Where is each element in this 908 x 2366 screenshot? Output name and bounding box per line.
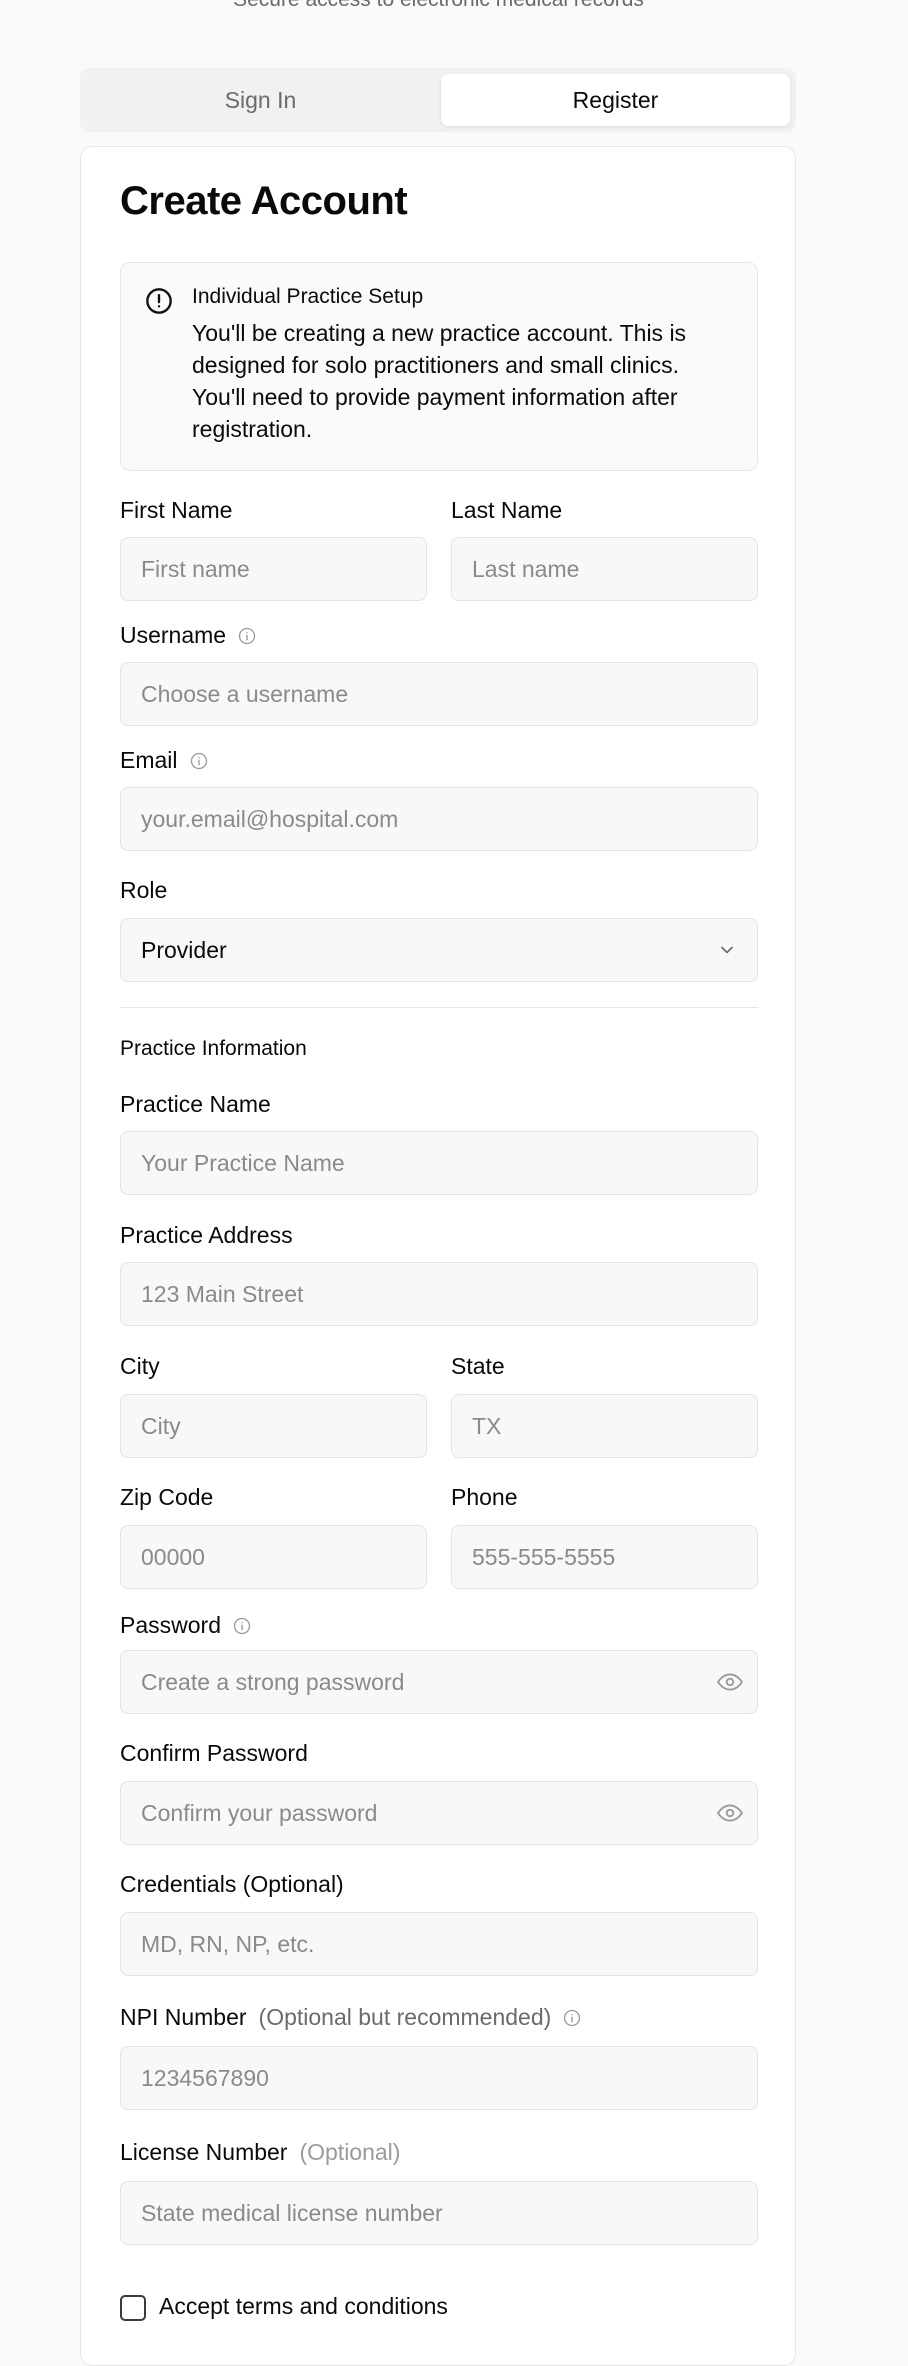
state-input[interactable]: TX bbox=[451, 1394, 758, 1458]
password-placeholder: Create a strong password bbox=[141, 1668, 405, 1695]
credentials-input[interactable]: MD, RN, NP, etc. bbox=[120, 1912, 758, 1976]
last-name-input[interactable]: Last name bbox=[451, 537, 758, 601]
page-subtitle: Secure access to electronic medical reco… bbox=[0, 0, 877, 12]
license-optional-hint: (Optional) bbox=[299, 2139, 401, 2165]
password-input[interactable]: Create a strong password bbox=[120, 1650, 758, 1714]
role-select[interactable]: Provider bbox=[120, 918, 758, 982]
eye-icon[interactable] bbox=[717, 1671, 743, 1693]
email-label: Email bbox=[120, 747, 208, 774]
last-name-label: Last Name bbox=[451, 497, 563, 523]
alert-circle-icon bbox=[146, 288, 172, 314]
credentials-label: Credentials (Optional) bbox=[120, 1871, 344, 1897]
phone-input[interactable]: 555-555-5555 bbox=[451, 1525, 758, 1589]
npi-number-label: NPI Number (Optional but recommended) bbox=[120, 2004, 581, 2031]
practice-section-title: Practice Information bbox=[120, 1037, 307, 1060]
role-label: Role bbox=[120, 877, 168, 903]
phone-label: Phone bbox=[451, 1484, 518, 1510]
alert-description: You'll be creating a new practice accoun… bbox=[192, 320, 687, 442]
info-icon[interactable] bbox=[563, 2009, 581, 2027]
first-name-label: First Name bbox=[120, 497, 233, 523]
practice-name-input[interactable]: Your Practice Name bbox=[120, 1131, 758, 1195]
first-name-input[interactable]: First name bbox=[120, 537, 427, 601]
info-icon[interactable] bbox=[238, 627, 256, 645]
email-input[interactable]: your.email@hospital.com bbox=[120, 787, 758, 851]
info-icon[interactable] bbox=[190, 752, 208, 770]
practice-address-input[interactable]: 123 Main Street bbox=[120, 1262, 758, 1326]
username-input[interactable]: Choose a username bbox=[120, 662, 758, 726]
zip-code-input[interactable]: 00000 bbox=[120, 1525, 427, 1589]
role-selected-value: Provider bbox=[141, 936, 227, 963]
eye-icon[interactable] bbox=[717, 1802, 743, 1824]
confirm-password-placeholder: Confirm your password bbox=[141, 1799, 378, 1826]
terms-label[interactable]: Accept terms and conditions bbox=[159, 2293, 448, 2320]
username-label: Username bbox=[120, 622, 256, 649]
password-label: Password bbox=[120, 1612, 251, 1639]
terms-checkbox[interactable] bbox=[120, 2295, 146, 2321]
section-divider bbox=[120, 1007, 758, 1008]
register-card: Create Account Individual Practice Setup… bbox=[80, 146, 796, 2366]
zip-code-label: Zip Code bbox=[120, 1484, 214, 1510]
license-number-label: License Number (Optional) bbox=[120, 2139, 401, 2165]
confirm-password-label: Confirm Password bbox=[120, 1740, 308, 1766]
npi-number-input[interactable]: 1234567890 bbox=[120, 2046, 758, 2110]
info-icon[interactable] bbox=[233, 1617, 251, 1635]
license-number-input[interactable]: State medical license number bbox=[120, 2181, 758, 2245]
tab-register[interactable]: Register bbox=[441, 74, 790, 126]
confirm-password-input[interactable]: Confirm your password bbox=[120, 1781, 758, 1845]
practice-setup-alert: Individual Practice Setup You'll be crea… bbox=[120, 262, 758, 471]
auth-tabs: Sign In Register bbox=[80, 68, 796, 132]
state-label: State bbox=[451, 1353, 505, 1379]
chevron-down-icon bbox=[721, 946, 733, 954]
practice-name-label: Practice Name bbox=[120, 1091, 271, 1117]
form-title: Create Account bbox=[120, 179, 408, 223]
city-label: City bbox=[120, 1353, 160, 1379]
city-input[interactable]: City bbox=[120, 1394, 427, 1458]
npi-optional-hint: (Optional but recommended) bbox=[258, 2004, 552, 2030]
tab-sign-in[interactable]: Sign In bbox=[86, 74, 435, 126]
alert-title: Individual Practice Setup bbox=[192, 285, 424, 308]
practice-address-label: Practice Address bbox=[120, 1222, 293, 1248]
